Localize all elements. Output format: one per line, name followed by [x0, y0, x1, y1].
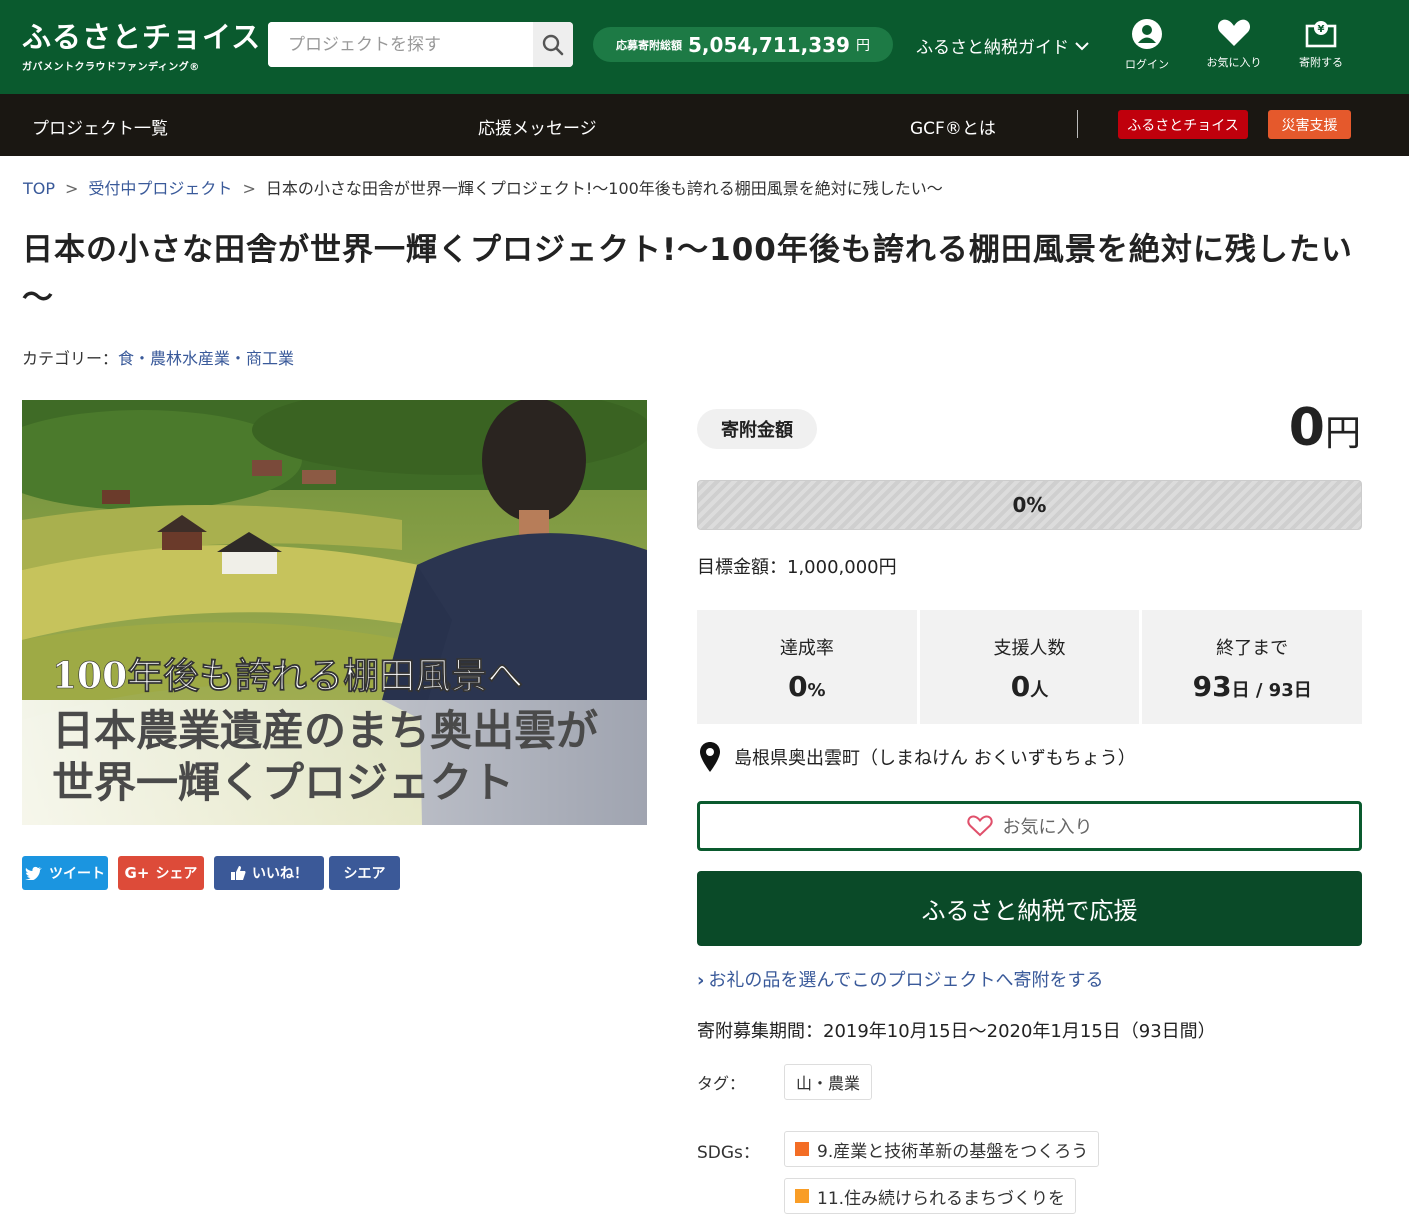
photo-caption-line3: 世界一輝くプロジェクト [52, 758, 514, 807]
goal-amount: 目標金額：1,000,000円 [697, 557, 897, 578]
donation-amount-value: 0 [1288, 398, 1325, 458]
search-input[interactable] [268, 22, 533, 67]
location-text: 島根県奥出雲町（しまねけん おくいずもちょう） [734, 748, 1136, 769]
facebook-like-button[interactable]: いいね！ [214, 856, 324, 890]
breadcrumb: TOP > 受付中プロジェクト > 日本の小さな田舎が世界一輝くプロジェクト!～100年… [23, 175, 943, 199]
stat-value: 93 [1192, 670, 1232, 703]
search-box [268, 22, 573, 67]
nav-divider [1077, 110, 1078, 138]
breadcrumb-top-link[interactable]: TOP [23, 179, 55, 198]
heart-icon [1217, 19, 1251, 46]
gplus-share-button[interactable]: G+ シェア [118, 856, 204, 890]
category-label: カテゴリー： [22, 349, 119, 368]
search-button[interactable] [533, 22, 573, 67]
total-donations-label: 応募寄附総額 [616, 38, 683, 52]
sdgs-label: SDGs： [697, 1143, 760, 1163]
chevron-down-icon [1075, 41, 1089, 50]
stats-panel: 達成率 0% 支援人数 0人 終了まで 93日 / 93日 [697, 610, 1363, 724]
photo-caption-line1: 100年後も誇れる棚田風景へ [52, 655, 523, 697]
twitter-icon [25, 866, 42, 880]
donation-period: 寄附募集期間：2019年10月15日～2020年1月15日（93日間） [697, 1021, 1216, 1042]
page-title: 日本の小さな田舎が世界一輝くプロジェクト!～100年後も誇れる棚田風景を絶対に残… [22, 232, 1353, 316]
like-label: いいね！ [252, 866, 308, 882]
stat-value: 0 [788, 670, 808, 703]
thumbs-up-icon [231, 866, 246, 880]
donation-amount-unit: 円 [1324, 413, 1361, 454]
photo-caption-line2: 日本農業遺産のまち奥出雲が [52, 706, 598, 755]
total-donations-unit: 円 [855, 37, 870, 54]
stat-unit: 日 / 93日 [1231, 680, 1312, 701]
nav-disaster-support-button[interactable]: 災害支援 [1268, 110, 1351, 139]
breadcrumb-separator: > [242, 179, 256, 198]
total-donations-badge: 応募寄附総額 5,054,711,339 円 [593, 27, 893, 62]
logo-sub-text: ガバメントクラウドファンディング® [22, 62, 200, 73]
heart-outline-icon [966, 815, 993, 837]
breadcrumb-separator: > [65, 179, 79, 198]
main-nav: プロジェクト一覧 応援メッセージ GCF®とは ふるさとチョイス 災害支援 [0, 94, 1409, 156]
sdg-chip-11[interactable]: 11.住み続けられるまちづくりを [784, 1178, 1077, 1214]
tweet-button[interactable]: ツイート [22, 856, 108, 890]
login-label: ログイン [1125, 58, 1169, 71]
favorites-label: お気に入り [1206, 56, 1262, 69]
stat-label: 達成率 [779, 638, 834, 659]
project-main-image: 100年後も誇れる棚田風景へ 日本農業遺産のまち奥出雲が 世界一輝くプロジェクト [22, 400, 647, 825]
tweet-label: ツイート [49, 866, 105, 882]
breadcrumb-current: 日本の小さな田舎が世界一輝くプロジェクト!～100年後も誇れる棚田風景を絶対に残… [265, 179, 943, 198]
search-icon [542, 34, 564, 55]
user-icon [1132, 19, 1162, 49]
category: カテゴリー：食・農林水産業・商工業 [22, 345, 294, 369]
site-header: ふるさとチョイス ガバメントクラウドファンディング® 応募寄附総額 5,054,… [0, 0, 1409, 94]
project-photo: 100年後も誇れる棚田風景へ 日本農業遺産のまち奥出雲が 世界一輝くプロジェクト [22, 400, 647, 825]
stat-label: 支援人数 [993, 638, 1066, 659]
guide-label: ふるさと納税ガイド [916, 38, 1069, 58]
nav-project-list[interactable]: プロジェクト一覧 [32, 114, 168, 139]
donate-link[interactable]: ¥ 寄附する [1286, 18, 1356, 78]
breadcrumb-projects-link[interactable]: 受付中プロジェクト [88, 179, 232, 198]
donation-amount-label: 寄附金額 [697, 409, 817, 449]
category-link[interactable]: 食・農林水産業・商工業 [118, 349, 294, 368]
stat-achievement-rate: 達成率 0% [697, 610, 917, 724]
donate-label: 寄附する [1299, 56, 1343, 69]
choose-gift-link[interactable]: › お礼の品を選んでこのプロジェクトへ寄附をする [697, 966, 1104, 992]
site-logo[interactable]: ふるさとチョイス ガバメントクラウドファンディング® [22, 14, 262, 74]
favorite-label: お気に入り [1002, 817, 1093, 838]
nav-furusato-choice-button[interactable]: ふるさとチョイス [1118, 110, 1248, 139]
sdg-11-icon [795, 1189, 809, 1203]
chevron-right-icon: › [697, 970, 705, 991]
stat-label: 終了まで [1216, 638, 1289, 659]
tag-label: タグ： [697, 1074, 746, 1093]
nav-support-messages[interactable]: 応援メッセージ [478, 114, 597, 139]
sdg-label: 9.産業と技術革新の基盤をつくろう [817, 1141, 1089, 1162]
sdg-chip-9[interactable]: 9.産業と技術革新の基盤をつくろう [784, 1131, 1100, 1167]
total-donations-value: 5,054,711,339 [688, 32, 850, 57]
gplus-share-label: シェア [155, 866, 198, 882]
donation-amount: 0円 [1289, 398, 1361, 458]
login-link[interactable]: ログイン [1112, 18, 1182, 78]
map-pin-icon [700, 742, 720, 772]
support-with-furusato-tax-button[interactable]: ふるさと納税で応援 [697, 871, 1362, 946]
stat-days-remaining: 終了まで 93日 / 93日 [1142, 610, 1363, 724]
gift-link-text: お礼の品を選んでこのプロジェクトへ寄附をする [708, 970, 1104, 991]
stat-unit: 人 [1030, 680, 1049, 701]
sdg-9-icon [795, 1142, 809, 1156]
tag-chip[interactable]: 山・農業 [784, 1064, 873, 1100]
facebook-share-button[interactable]: シエア [329, 856, 400, 890]
progress-bar: 0% [697, 480, 1362, 530]
location: 島根県奥出雲町（しまねけん おくいずもちょう） [700, 742, 1136, 772]
fb-share-label: シエア [343, 866, 386, 882]
progress-percent: 0% [1012, 493, 1047, 517]
donate-icon: ¥ [1305, 21, 1337, 48]
stat-unit: % [807, 680, 826, 701]
favorites-link[interactable]: お気に入り [1199, 18, 1269, 78]
add-to-favorites-button[interactable]: お気に入り [697, 801, 1362, 851]
stat-supporters: 支援人数 0人 [919, 610, 1140, 724]
google-plus-icon: G+ [124, 864, 150, 882]
stat-value: 0 [1010, 670, 1031, 703]
sdg-label: 11.住み続けられるまちづくりを [817, 1188, 1066, 1209]
svg-text:¥: ¥ [1318, 24, 1325, 35]
furusato-guide-menu[interactable]: ふるさと納税ガイド [916, 33, 1089, 58]
logo-main-text: ふるさとチョイス [22, 20, 262, 54]
nav-about-gcf[interactable]: GCF®とは [910, 114, 996, 139]
